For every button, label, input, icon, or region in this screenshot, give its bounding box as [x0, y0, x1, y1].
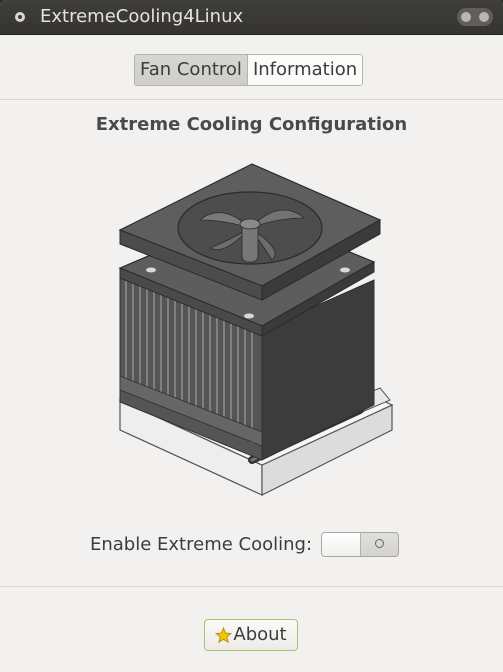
close-icon-secondary [479, 12, 489, 22]
about-button[interactable]: About [204, 619, 298, 651]
about-button-label: About [233, 624, 287, 645]
page-heading: Extreme Cooling Configuration [95, 114, 408, 135]
app-window: ExtremeCooling4Linux Fan Control Informa… [0, 0, 503, 672]
enable-extreme-cooling-label: Enable Extreme Cooling: [90, 534, 313, 555]
cpu-cooler-illustration [118, 163, 394, 496]
off-indicator-icon [375, 539, 384, 548]
titlebar[interactable]: ExtremeCooling4Linux [0, 0, 503, 35]
tab-information[interactable]: Information [248, 55, 362, 85]
tab-fan-control[interactable]: Fan Control [135, 55, 248, 85]
close-icon [461, 12, 471, 22]
window-title: ExtremeCooling4Linux [40, 6, 244, 27]
star-icon [215, 626, 233, 643]
window-close-button[interactable] [457, 8, 493, 26]
enable-extreme-cooling-switch[interactable] [321, 532, 399, 557]
app-icon [15, 12, 25, 22]
divider [0, 586, 503, 587]
stack-switcher: Fan Control Information [134, 54, 364, 86]
divider [0, 99, 503, 100]
switch-knob[interactable] [322, 533, 361, 556]
